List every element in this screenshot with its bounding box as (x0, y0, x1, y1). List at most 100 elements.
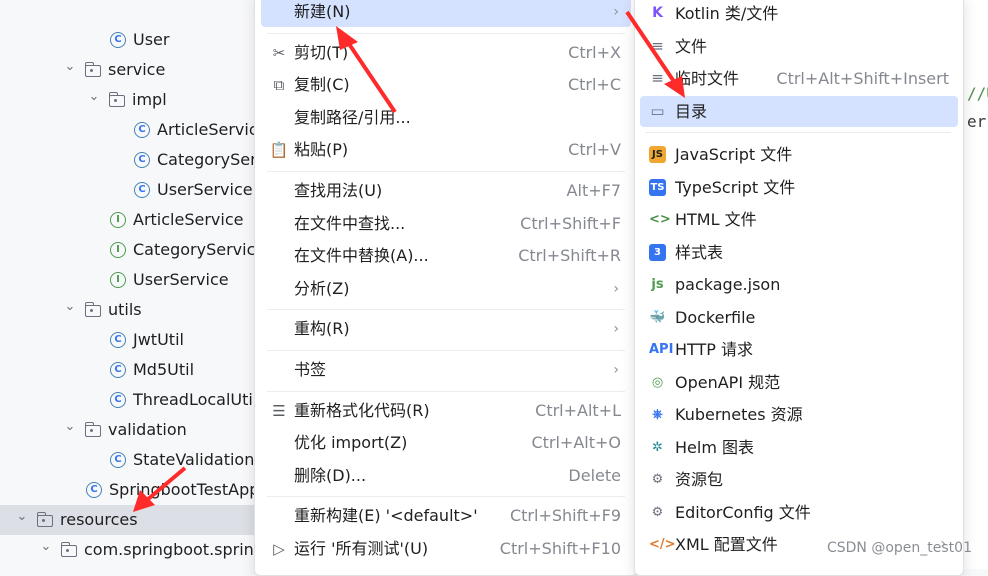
chevron-right-icon: › (613, 321, 619, 338)
menu-separator (267, 496, 625, 498)
package-json-icon: js (651, 277, 664, 292)
submenu-item-label: Kubernetes 资源 (675, 405, 803, 424)
submenu-item-label: EditorConfig 文件 (675, 502, 811, 522)
class-icon: C (110, 392, 126, 408)
submenu-item[interactable]: TS TypeScript 文件 (640, 172, 958, 203)
tree-row[interactable]: I ArticleService (0, 205, 260, 235)
submenu-item[interactable]: ≡ 文件 (640, 31, 958, 62)
menu-item-label: 查找用法(U) (294, 181, 383, 200)
watermark: CSDN @open_test01 (826, 540, 972, 556)
submenu-item-shortcut: Ctrl+Alt+Shift+Insert (776, 69, 949, 88)
menu-item[interactable]: 重构(R) › (261, 314, 631, 344)
menu-item[interactable]: 在文件中替换(A)... Ctrl+Shift+R (261, 241, 631, 271)
menu-item[interactable]: ⧉ 复制(C) Ctrl+C (261, 70, 631, 100)
scratch-file-icon: ≡ (651, 69, 664, 87)
tree-item-label: User (133, 30, 170, 49)
tree-row[interactable]: C SpringbootTestApplication (0, 475, 318, 505)
menu-item[interactable]: 删除(D)... Delete (261, 461, 631, 491)
tree-row[interactable]: C UserServiceImpl (0, 175, 288, 205)
menu-item[interactable]: 复制路径/引用... (261, 103, 631, 133)
menu-item-shortcut: Ctrl+C (567, 75, 621, 95)
menu-item[interactable]: 📋 粘贴(P) Ctrl+V (261, 135, 631, 165)
submenu-item[interactable]: ▭ 目录 (640, 95, 958, 127)
tree-row[interactable]: ⌄ service (0, 55, 260, 85)
tree-row[interactable]: C JwtUtil (0, 325, 260, 355)
chevron-down-icon[interactable]: ⌄ (62, 52, 78, 82)
api-icon: API (649, 342, 674, 357)
submenu-item[interactable]: js package.json (640, 269, 958, 300)
chevron-down-icon[interactable]: ⌄ (14, 502, 30, 532)
menu-item-label: 书签 (294, 360, 327, 379)
class-icon: C (86, 482, 102, 498)
submenu-item-label: 文件 (675, 36, 708, 56)
submenu-item[interactable]: K Kotlin 类/文件 (640, 0, 958, 29)
class-icon: C (134, 122, 150, 138)
menu-item[interactable]: 在文件中查找... Ctrl+Shift+F (261, 209, 631, 239)
menu-separator (267, 171, 625, 172)
submenu-item[interactable]: ⚙ 资源包 (640, 464, 958, 495)
chevron-down-icon[interactable]: ⌄ (62, 292, 78, 322)
class-icon: C (134, 182, 150, 198)
menu-separator (267, 32, 625, 34)
submenu-item[interactable]: <> HTML 文件 (640, 204, 958, 235)
menu-item[interactable]: 优化 import(Z) Ctrl+Alt+O (261, 428, 631, 458)
submenu-item-label: JavaScript 文件 (675, 145, 793, 164)
tree-item-label: service (108, 60, 166, 79)
menu-item[interactable]: 查找用法(U) Alt+F7 (261, 176, 631, 206)
menu-item[interactable]: 重新构建(E) '<default>' Ctrl+Shift+F9 (261, 501, 631, 531)
submenu-item[interactable]: JS JavaScript 文件 (640, 139, 958, 170)
menu-item-shortcut: Delete (568, 465, 621, 485)
submenu-item[interactable]: ⎈ Kubernetes 资源 (640, 399, 958, 430)
menu-item[interactable]: ✂ 剪切(T) Ctrl+X (261, 38, 631, 68)
gear-icon: ⚙ (651, 504, 664, 520)
menu-item[interactable]: ☰ 重新格式化代码(R) Ctrl+Alt+L (261, 396, 631, 426)
menu-item-label: 重新构建(E) '<default>' (294, 506, 478, 526)
menu-item-label: 删除(D)... (294, 465, 367, 485)
menu-separator (267, 390, 625, 392)
tree-item-label: CategoryService (133, 240, 266, 259)
submenu-item[interactable]: ◎ OpenAPI 规范 (640, 367, 958, 398)
tree-item-label: StateValidation (133, 450, 255, 469)
tree-row[interactable]: C Md5Util (0, 355, 260, 385)
submenu-item[interactable]: 3 样式表 (640, 237, 958, 268)
tree-row[interactable]: ⌄ validation (0, 415, 260, 445)
tree-row[interactable]: C ThreadLocalUtil (0, 385, 260, 415)
submenu-item[interactable]: ✲ Helm 图表 (640, 432, 958, 463)
interface-icon: I (110, 242, 126, 258)
folder-icon (84, 62, 101, 77)
file-icon: ≡ (651, 36, 664, 55)
tree-row[interactable]: ⌄ utils (0, 295, 260, 325)
tree-row[interactable]: ⌄ resources (0, 505, 260, 535)
submenu-item[interactable]: ≡ 临时文件 Ctrl+Alt+Shift+Insert (640, 63, 958, 94)
tree-row[interactable]: I UserService (0, 265, 260, 295)
editor-line-code: er (967, 112, 987, 131)
submenu-item-label: OpenAPI 规范 (675, 372, 781, 392)
tree-row[interactable]: C CategoryServiceImpl (0, 145, 324, 175)
menu-item-label: 复制(C) (294, 75, 350, 95)
class-icon: C (110, 452, 126, 468)
tree-row[interactable]: C StateValidation (0, 445, 260, 475)
tree-row[interactable]: C User (0, 25, 260, 55)
chevron-down-icon[interactable]: ⌄ (38, 532, 54, 562)
submenu-item-label: HTML 文件 (675, 210, 757, 229)
chevron-down-icon[interactable]: ⌄ (86, 82, 102, 112)
chevron-down-icon[interactable]: ⌄ (62, 412, 78, 442)
tree-item-label: ArticleService (133, 210, 244, 229)
tree-row[interactable]: C ArticleServiceImpl (0, 115, 302, 145)
menu-item[interactable]: 新建(N) › (261, 0, 631, 27)
submenu-item[interactable]: 🐳 Dockerfile (640, 302, 958, 333)
submenu-item[interactable]: API HTTP 请求 (640, 334, 958, 365)
menu-item[interactable]: 分析(Z) › (261, 274, 631, 304)
menu-item[interactable]: 书签 › (261, 355, 631, 385)
class-icon: C (134, 152, 150, 168)
tree-item-label: utils (108, 300, 142, 319)
tree-row[interactable]: I CategoryService (0, 235, 265, 265)
submenu-item[interactable]: ⚙ EditorConfig 文件 (640, 497, 958, 528)
menu-item-label: 复制路径/引用... (294, 107, 411, 127)
submenu-item-label: XML 配置文件 (675, 535, 778, 554)
menu-item[interactable]: ▷ 运行 '所有测试'(U) Ctrl+Shift+F10 (261, 534, 631, 564)
tree-row[interactable]: ⌄ com.springboot.springboot_test (0, 532, 339, 565)
menu-item-label: 重新格式化代码(R) (294, 400, 430, 420)
tree-row[interactable]: ⌄ impl (0, 85, 260, 115)
interface-icon: I (110, 272, 126, 288)
